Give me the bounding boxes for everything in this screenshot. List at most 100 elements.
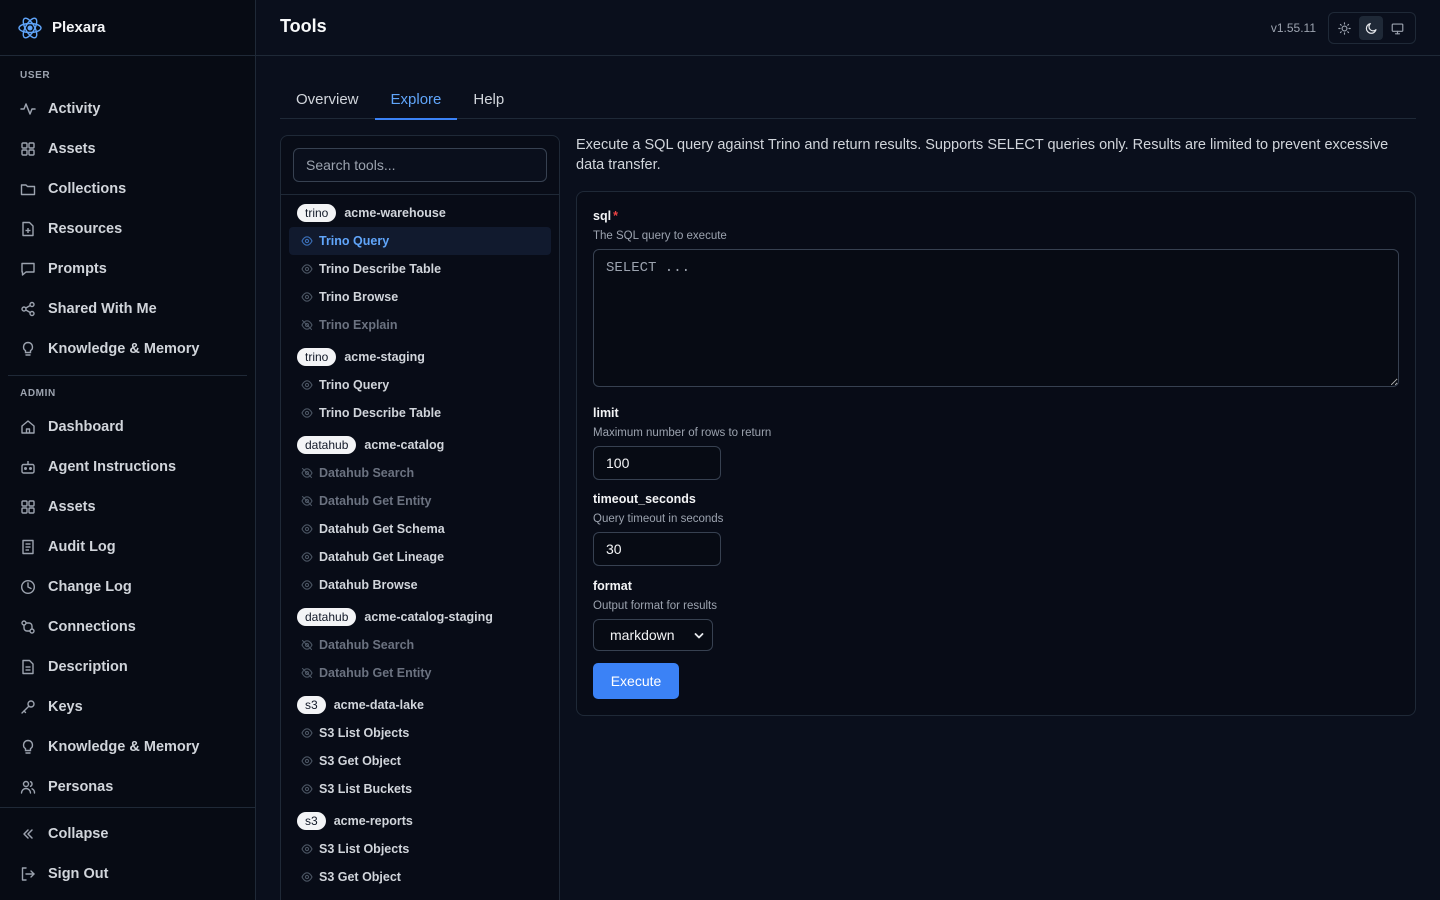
tool-group-header: s3 acme-data-lake — [289, 691, 551, 719]
key-icon — [21, 700, 35, 714]
tool-name: Datahub Get Lineage — [319, 550, 445, 564]
tool-list-item[interactable]: Trino Query — [289, 227, 551, 255]
tool-list-item[interactable]: Datahub Browse — [289, 571, 551, 599]
eye-icon — [301, 552, 313, 562]
clock-icon — [20, 579, 36, 595]
sidebar: Plexara USER Activity Assets Collections… — [0, 0, 256, 900]
connection-icon — [21, 620, 35, 634]
moon-icon — [1365, 22, 1377, 34]
sidebar-item-label: Keys — [48, 699, 83, 715]
system-theme-button[interactable] — [1385, 16, 1410, 40]
tool-group-header: datahub acme-catalog — [289, 431, 551, 459]
tool-list-item[interactable]: S3 Get Object — [289, 747, 551, 775]
tab-explore[interactable]: Explore — [374, 80, 458, 120]
sidebar-item-label: Resources — [48, 221, 123, 237]
sidebar-item-shared-with-me[interactable]: Shared With Me — [0, 289, 255, 329]
sidebar-item-assets[interactable]: Assets — [0, 129, 255, 169]
sidebar-item-keys[interactable]: Keys — [0, 687, 255, 727]
sidebar-item-collections[interactable]: Collections — [0, 169, 255, 209]
sidebar-item-label: Connections — [48, 619, 136, 635]
sidebar-item-label: Knowledge & Memory — [48, 341, 200, 357]
limit-input[interactable] — [593, 446, 721, 480]
sidebar-item-prompts[interactable]: Prompts — [0, 249, 255, 289]
tool-name: Trino Query — [319, 378, 390, 392]
sidebar-item-admin-assets[interactable]: Assets — [0, 487, 255, 527]
collapse-button[interactable]: Collapse — [0, 814, 255, 854]
sidebar-item-connections[interactable]: Connections — [0, 607, 255, 647]
sun-icon — [1338, 21, 1351, 35]
server-type-badge: trino — [297, 348, 337, 366]
lightbulb-icon — [22, 341, 34, 356]
sidebar-item-label: Change Log — [48, 579, 132, 595]
tool-list-item[interactable]: Datahub Search — [289, 459, 551, 487]
tools-panel: trino acme-warehouse Trino Query Trino Desc… — [280, 135, 560, 900]
eye-icon — [301, 728, 313, 738]
header: Tools v1.55.11 — [256, 0, 1440, 56]
sidebar-item-activity[interactable]: Activity — [0, 89, 255, 129]
tool-list-item[interactable]: Trino Query — [289, 371, 551, 399]
light-theme-button[interactable] — [1332, 16, 1357, 40]
sidebar-item-admin-knowledge-memory[interactable]: Knowledge & Memory — [0, 727, 255, 767]
tool-list-item[interactable]: S3 List Objects — [289, 719, 551, 747]
tab-help[interactable]: Help — [457, 80, 520, 119]
tabs: Overview Explore Help — [280, 80, 1416, 120]
sidebar-item-personas[interactable]: Personas — [0, 767, 255, 807]
eye-off-icon — [301, 639, 313, 651]
server-name: acme-catalog — [364, 438, 445, 452]
sql-label: sql * — [593, 209, 618, 223]
tab-overview[interactable]: Overview — [280, 80, 375, 119]
search-tools-input[interactable] — [293, 148, 547, 182]
eye-icon — [301, 292, 313, 302]
sidebar-item-change-log[interactable]: Change Log — [0, 567, 255, 607]
tool-list-item[interactable]: S3 List Objects — [289, 835, 551, 863]
eye-off-icon — [301, 467, 313, 479]
tool-name: Datahub Get Schema — [319, 522, 445, 536]
sidebar-footer-divider — [0, 807, 255, 808]
sidebar-item-audit-log[interactable]: Audit Log — [0, 527, 255, 567]
sidebar-item-label: Description — [48, 659, 128, 675]
sidebar-item-knowledge-memory[interactable]: Knowledge & Memory — [0, 329, 255, 369]
tool-form: sql* The SQL query to execute limit Maxi… — [576, 191, 1416, 716]
tool-list-item[interactable]: Datahub Get Schema — [289, 515, 551, 543]
server-name: acme-staging — [344, 350, 425, 364]
tool-list-item[interactable]: Datahub Get Entity — [289, 659, 551, 687]
sidebar-item-label: Prompts — [48, 261, 107, 277]
execute-button[interactable]: Execute — [593, 663, 679, 699]
required-marker: * — [613, 209, 618, 223]
tool-list-item[interactable]: Trino Describe Table — [289, 399, 551, 427]
sidebar-item-label: Activity — [48, 101, 101, 117]
brand[interactable]: Plexara — [0, 0, 255, 56]
server-name: acme-data-lake — [333, 698, 425, 712]
limit-label: limit — [593, 406, 619, 420]
tool-name: Trino Query — [319, 234, 390, 248]
tool-name: S3 Get Object — [319, 870, 401, 884]
sign-out-button[interactable]: Sign Out — [0, 854, 255, 894]
timeout-label: timeout_seconds — [593, 492, 696, 506]
tool-list-item[interactable]: Datahub Get Lineage — [289, 543, 551, 571]
tool-list-item[interactable]: Datahub Search — [289, 631, 551, 659]
tool-name: Trino Explain — [319, 318, 398, 332]
share-icon — [21, 301, 35, 317]
eye-icon — [301, 264, 313, 274]
sidebar-item-resources[interactable]: Resources — [0, 209, 255, 249]
tool-list-item[interactable]: Datahub Get Entity — [289, 487, 551, 515]
format-select[interactable]: markdown — [593, 619, 713, 651]
sidebar-item-agent-instructions[interactable]: Agent Instructions — [0, 447, 255, 487]
timeout-input[interactable] — [593, 532, 721, 566]
log-out-icon — [21, 867, 35, 881]
tool-name: Trino Describe Table — [319, 262, 442, 276]
eye-off-icon — [301, 319, 313, 331]
tool-list-item[interactable]: S3 Get Object — [289, 863, 551, 891]
tool-list-item[interactable]: Trino Explain — [289, 311, 551, 339]
tool-list-item[interactable]: Trino Browse — [289, 283, 551, 311]
tool-group-header: trino acme-warehouse — [289, 199, 551, 227]
sql-input[interactable] — [593, 249, 1399, 387]
dark-theme-button[interactable] — [1358, 16, 1384, 40]
tool-list-item[interactable]: S3 List Buckets — [289, 775, 551, 803]
sidebar-item-dashboard[interactable]: Dashboard — [0, 407, 255, 447]
server-name: acme-catalog-staging — [364, 610, 493, 624]
search-wrap — [281, 136, 559, 195]
tool-list-item[interactable]: Trino Describe Table — [289, 255, 551, 283]
sidebar-item-description[interactable]: Description — [0, 647, 255, 687]
monitor-icon — [1391, 22, 1404, 34]
